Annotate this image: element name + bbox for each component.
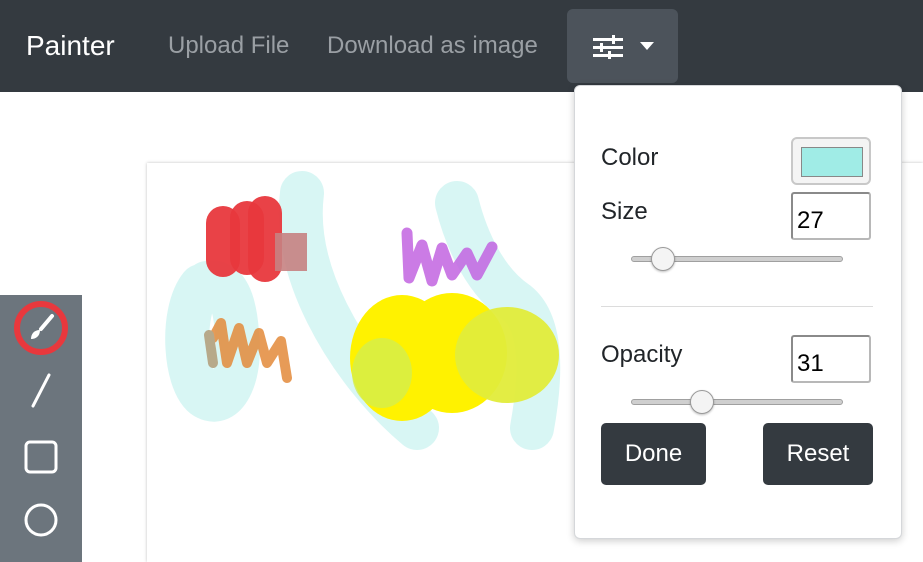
top-navbar: Painter Upload File Download as image [0, 0, 923, 92]
opacity-input[interactable] [791, 335, 871, 383]
size-slider[interactable] [631, 247, 843, 271]
settings-dropdown-toggle[interactable] [567, 9, 678, 83]
circle-tool-button[interactable] [14, 493, 68, 547]
reset-button[interactable]: Reset [763, 423, 873, 485]
settings-divider [601, 306, 873, 307]
brush-icon [14, 301, 68, 355]
line-tool-button[interactable] [14, 363, 68, 417]
rectangle-tool-button[interactable] [14, 430, 68, 484]
brush-tool-button[interactable] [14, 301, 68, 355]
circle-icon [24, 503, 58, 537]
brush-settings-popover: Color Size Opacity Done Reset [574, 85, 902, 539]
upload-file-link[interactable]: Upload File [168, 30, 289, 62]
done-button[interactable]: Done [601, 423, 706, 485]
size-input[interactable] [791, 192, 871, 240]
opacity-slider[interactable] [631, 390, 843, 414]
caret-down-icon [640, 42, 654, 50]
tool-palette [0, 295, 82, 562]
color-label: Color [601, 144, 659, 171]
opacity-label: Opacity [601, 341, 683, 368]
color-picker[interactable] [791, 137, 871, 185]
color-swatch-fill [801, 147, 863, 177]
download-image-link[interactable]: Download as image [327, 30, 538, 62]
app-brand[interactable]: Painter [26, 28, 115, 64]
line-icon [31, 373, 51, 408]
size-slider-thumb[interactable] [650, 247, 675, 271]
rectangle-icon [24, 440, 58, 474]
opacity-slider-thumb[interactable] [690, 390, 715, 414]
sliders-icon [593, 35, 623, 59]
size-label: Size [601, 198, 648, 225]
